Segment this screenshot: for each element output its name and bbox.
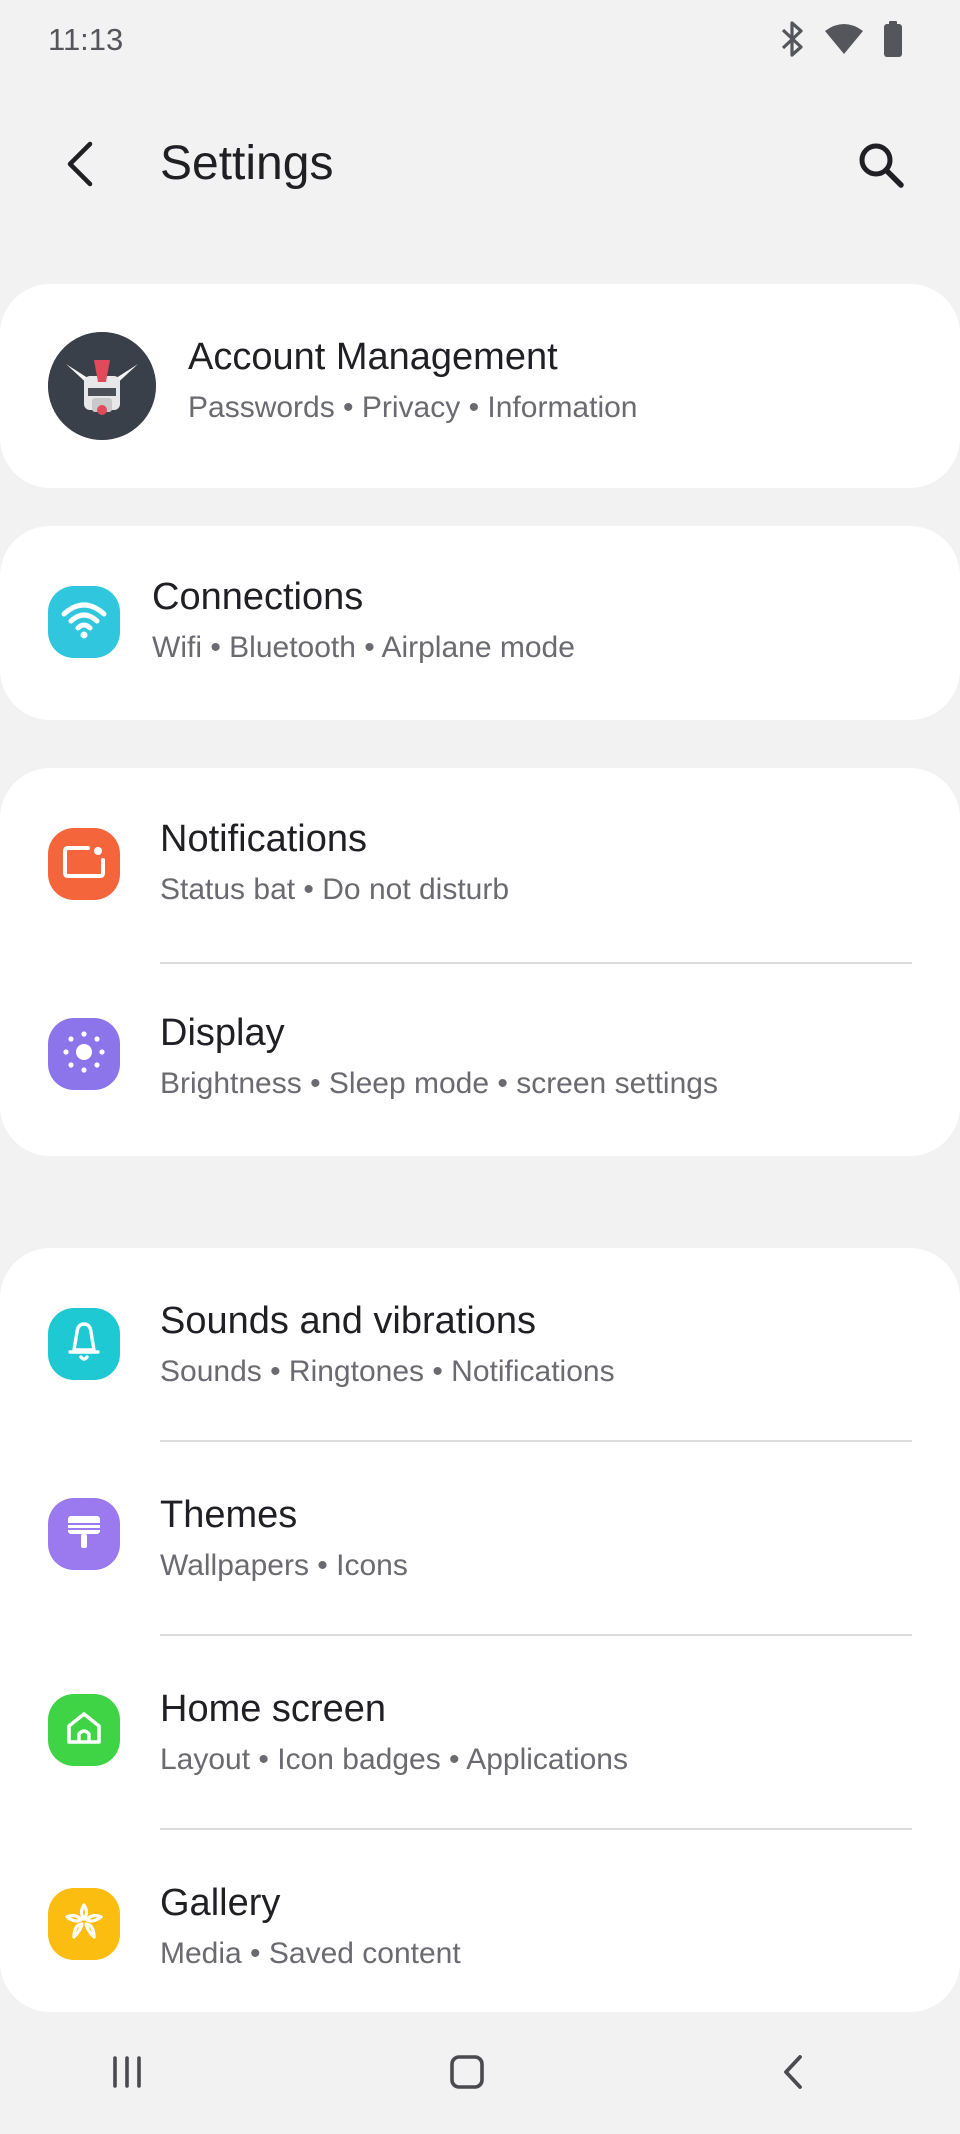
gallery-icon-wrap [48,1888,120,1960]
navigation-bar [0,2014,960,2134]
sounds-text: Sounds and vibrations Sounds • Ringtones… [160,1298,615,1392]
avatar [48,332,156,440]
notifications-subtitle: Status bat • Do not disturb [160,873,510,906]
home-screen-subtitle: Layout • Icon badges • Applications [160,1743,628,1776]
home-button-icon [448,2053,486,2096]
status-time: 11:13 [48,22,124,57]
nav-back-button[interactable] [758,2044,828,2104]
wifi-icon [60,600,108,645]
sounds-item[interactable]: Sounds and vibrations Sounds • Ringtones… [0,1248,960,1442]
display-subtitle: Brightness • Sleep mode • screen setting… [160,1067,718,1100]
connections-icon-wrap [48,586,120,658]
connections-title: Connections [152,576,364,618]
back-button[interactable] [50,138,110,194]
account-subtitle: Passwords • Privacy • Information [188,391,638,424]
themes-text: Themes Wallpapers • Icons [160,1492,408,1586]
account-management-item[interactable]: Account Management Passwords • Privacy •… [0,284,960,488]
personalization-card: Sounds and vibrations Sounds • Ringtones… [0,1248,960,2012]
themes-icon-wrap [48,1498,120,1570]
paint-brush-icon [62,1510,106,1559]
connections-text: Connections Wifi • Bluetooth • Airplane … [152,574,575,668]
recents-button[interactable] [92,2044,162,2104]
connections-subtitle: Wifi • Bluetooth • Airplane mode [152,631,575,664]
display-text: Display Brightness • Sleep mode • screen… [160,1010,718,1104]
page-title: Settings [160,137,334,190]
notification-icon [62,844,106,885]
battery-icon [882,20,904,63]
search-icon [856,140,906,195]
home-screen-text: Home screen Layout • Icon badges • Appli… [160,1686,628,1780]
connections-card: Connections Wifi • Bluetooth • Airplane … [0,526,960,720]
sounds-subtitle: Sounds • Ringtones • Notifications [160,1355,615,1388]
gallery-subtitle: Media • Saved content [160,1937,461,1970]
wifi-icon [824,23,864,60]
display-item[interactable]: Display Brightness • Sleep mode • screen… [0,962,960,1156]
gallery-text: Gallery Media • Saved content [160,1880,461,1974]
search-button[interactable] [850,136,912,198]
status-icons [780,20,904,63]
chevron-left-icon [62,140,98,193]
display-title: Display [160,1012,285,1054]
notifications-display-card: Notifications Status bat • Do not distur… [0,768,960,1156]
brightness-icon [60,1028,108,1081]
settings-screen: 11:13 Settings Account Management Passwo… [0,0,960,2134]
notifications-text: Notifications Status bat • Do not distur… [160,816,509,910]
account-text: Account Management Passwords • Privacy •… [188,334,638,428]
gallery-item[interactable]: Gallery Media • Saved content [0,1830,960,2024]
sounds-title: Sounds and vibrations [160,1300,537,1342]
status-bar: 11:13 [0,0,960,80]
flower-icon [61,1899,107,1950]
home-screen-icon-wrap [48,1694,120,1766]
home-screen-item[interactable]: Home screen Layout • Icon badges • Appli… [0,1636,960,1830]
notifications-icon-wrap [48,828,120,900]
app-bar: Settings [0,110,960,220]
home-icon [62,1706,106,1755]
themes-item[interactable]: Themes Wallpapers • Icons [0,1442,960,1636]
sounds-icon-wrap [48,1308,120,1380]
gallery-title: Gallery [160,1882,281,1924]
account-card: Account Management Passwords • Privacy •… [0,284,960,488]
recents-icon [109,2054,145,2095]
back-icon [778,2053,808,2096]
connections-item[interactable]: Connections Wifi • Bluetooth • Airplane … [0,526,960,720]
bell-icon [62,1320,106,1369]
bluetooth-icon [780,20,806,63]
display-icon-wrap [48,1018,120,1090]
notifications-item[interactable]: Notifications Status bat • Do not distur… [0,768,960,962]
account-title: Account Management [188,336,558,378]
themes-title: Themes [160,1494,298,1536]
notifications-title: Notifications [160,818,367,860]
home-screen-title: Home screen [160,1688,386,1730]
themes-subtitle: Wallpapers • Icons [160,1549,408,1582]
home-button[interactable] [432,2044,502,2104]
